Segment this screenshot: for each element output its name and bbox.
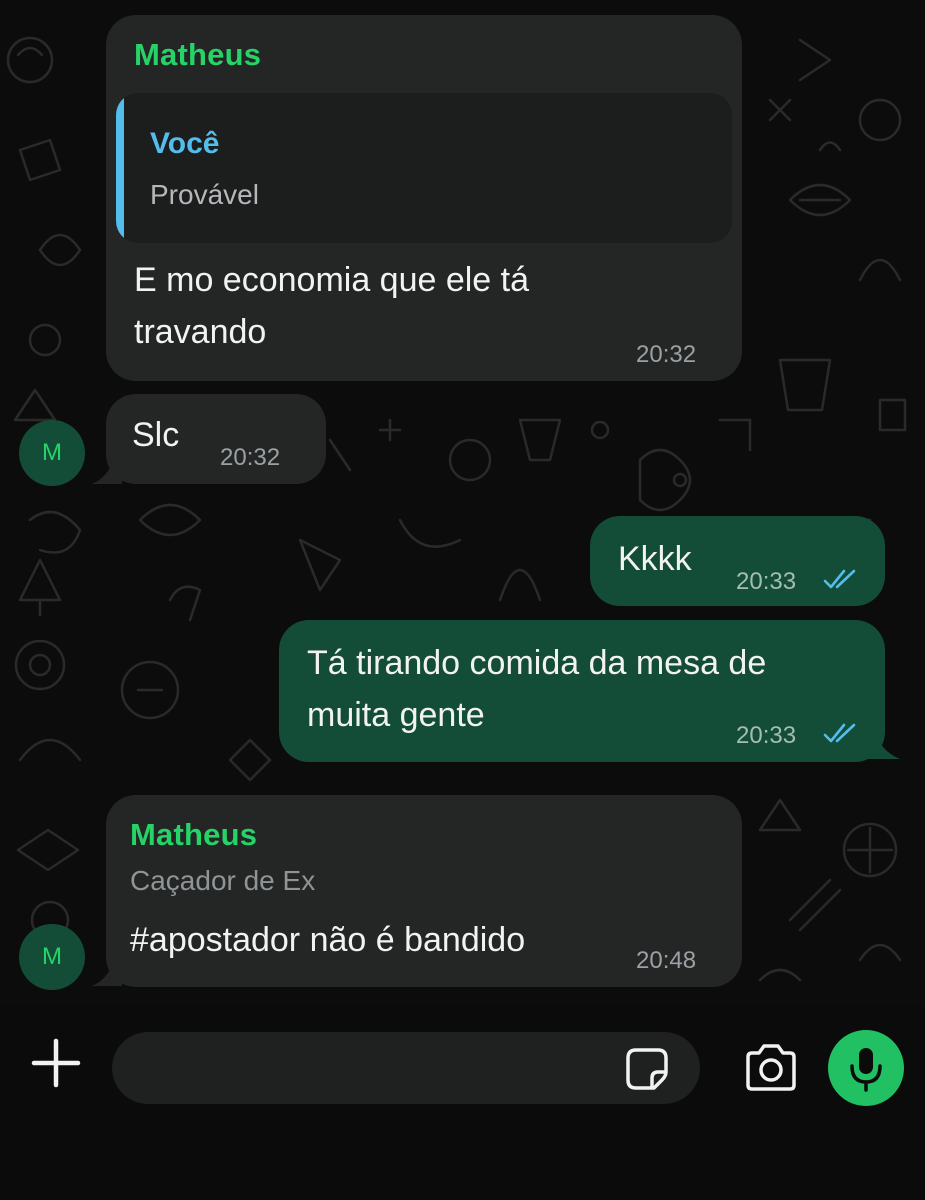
avatar[interactable]: M — [19, 420, 85, 486]
microphone-button[interactable] — [828, 1030, 904, 1106]
sender-name[interactable]: Matheus — [134, 37, 261, 73]
read-ticks-icon — [823, 569, 856, 589]
message-input[interactable] — [112, 1032, 700, 1104]
quoted-author: Você — [150, 127, 220, 160]
message-time: 20:32 — [220, 444, 281, 471]
message-text: Kkkk — [618, 540, 692, 578]
sender-subtitle: Caçador de Ex — [130, 865, 316, 896]
message-bubble-incoming[interactable]: Matheus Você Provável E mo economia que … — [106, 15, 742, 381]
message-bubble-outgoing[interactable]: Kkkk 20:33 — [590, 516, 885, 606]
quoted-text: Provável — [150, 179, 259, 210]
message-time: 20:32 — [636, 341, 697, 368]
message-text-line: travando — [134, 313, 267, 351]
quoted-message[interactable]: Você Provável — [116, 93, 732, 243]
message-bubble-outgoing[interactable]: Tá tirando comida da mesa de muita gente… — [279, 620, 885, 762]
composer-bar — [0, 1005, 925, 1200]
bubble-tail — [868, 731, 900, 759]
avatar[interactable]: M — [19, 924, 85, 990]
message-text: #apostador não é bandido — [130, 921, 526, 959]
message-text-line: Tá tirando comida da mesa de — [307, 644, 767, 682]
camera-icon[interactable] — [742, 1043, 800, 1093]
sticker-icon[interactable] — [624, 1046, 670, 1092]
quote-accent-bar — [116, 93, 124, 243]
message-time: 20:48 — [636, 947, 697, 974]
read-ticks-icon — [823, 723, 856, 743]
microphone-icon — [850, 1048, 882, 1092]
message-bubble-incoming[interactable]: Slc 20:32 — [106, 394, 326, 484]
chat-area[interactable]: Matheus Você Provável E mo economia que … — [0, 0, 925, 1005]
message-time: 20:33 — [736, 568, 797, 595]
message-text-line: muita gente — [307, 696, 485, 734]
message-time: 20:33 — [736, 722, 797, 749]
message-text: Slc — [132, 416, 180, 454]
sender-name[interactable]: Matheus — [130, 817, 257, 853]
message-text-line: E mo economia que ele tá — [134, 261, 530, 299]
message-bubble-incoming[interactable]: Matheus Caçador de Ex #apostador não é b… — [106, 795, 742, 987]
plus-icon[interactable] — [28, 1035, 84, 1091]
